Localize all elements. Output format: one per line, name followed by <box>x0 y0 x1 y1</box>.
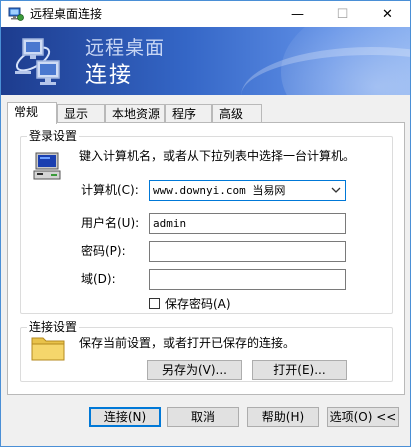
save-password-checkbox[interactable] <box>149 298 160 309</box>
username-label: 用户名(U): <box>81 216 140 230</box>
computer-label: 计算机(C): <box>81 183 139 197</box>
domain-label: 域(D): <box>81 272 116 286</box>
close-button[interactable]: ✕ <box>365 1 410 27</box>
remote-desktop-logo-icon <box>15 38 60 85</box>
login-instruction: 键入计算机名，或者从下拉列表中选择一台计算机。 <box>79 149 356 163</box>
banner-decoration-arc <box>241 47 410 95</box>
save-password-checkbox-row[interactable]: 保存密码(A) <box>149 296 269 312</box>
connection-instruction: 保存当前设置，或者打开已保存的连接。 <box>79 336 296 350</box>
tab-local-resources[interactable]: 本地资源 <box>105 104 165 123</box>
header-banner: 远程桌面 连接 <box>1 27 410 95</box>
tab-display[interactable]: 显示 <box>57 104 105 123</box>
password-label: 密码(P): <box>81 244 126 258</box>
connect-button[interactable]: 连接(N) <box>89 407 161 427</box>
cancel-button[interactable]: 取消 <box>167 407 239 427</box>
help-button[interactable]: 帮助(H) <box>247 407 319 427</box>
title-bar[interactable]: 远程桌面连接 — ☐ ✕ <box>1 1 410 27</box>
maximize-button[interactable]: ☐ <box>320 1 365 27</box>
window-title: 远程桌面连接 <box>30 7 103 21</box>
password-input[interactable] <box>149 241 346 262</box>
folder-icon <box>31 337 65 361</box>
save-as-button[interactable]: 另存为(V)... <box>147 360 242 380</box>
tab-general[interactable]: 常规 <box>7 102 57 124</box>
chevron-down-icon[interactable] <box>331 185 341 195</box>
tab-advanced[interactable]: 高级 <box>212 104 262 123</box>
options-button[interactable]: 选项(O) << <box>327 407 399 427</box>
computer-combobox-value: www.downyi.com 当易网 <box>153 184 286 197</box>
open-button[interactable]: 打开(E)... <box>252 360 347 380</box>
save-password-label[interactable]: 保存密码(A) <box>165 296 231 312</box>
banner-title-line1: 远程桌面 <box>85 37 166 59</box>
minimize-button[interactable]: — <box>275 1 320 27</box>
login-settings-title: 登录设置 <box>27 128 80 144</box>
username-input[interactable]: admin <box>149 213 346 234</box>
domain-input[interactable] <box>149 269 346 290</box>
remote-desktop-icon <box>8 7 24 21</box>
computer-icon <box>33 152 61 180</box>
computer-combobox[interactable]: www.downyi.com 当易网 <box>149 180 346 201</box>
remote-desktop-window: 远程桌面连接 — ☐ ✕ 远程桌面 连接 常规 显示 本地资源 程序 高级 登录… <box>0 0 411 447</box>
banner-title-line2: 连接 <box>85 63 134 88</box>
tab-programs[interactable]: 程序 <box>165 104 212 123</box>
tab-strip: 常规 显示 本地资源 程序 高级 <box>7 102 407 124</box>
